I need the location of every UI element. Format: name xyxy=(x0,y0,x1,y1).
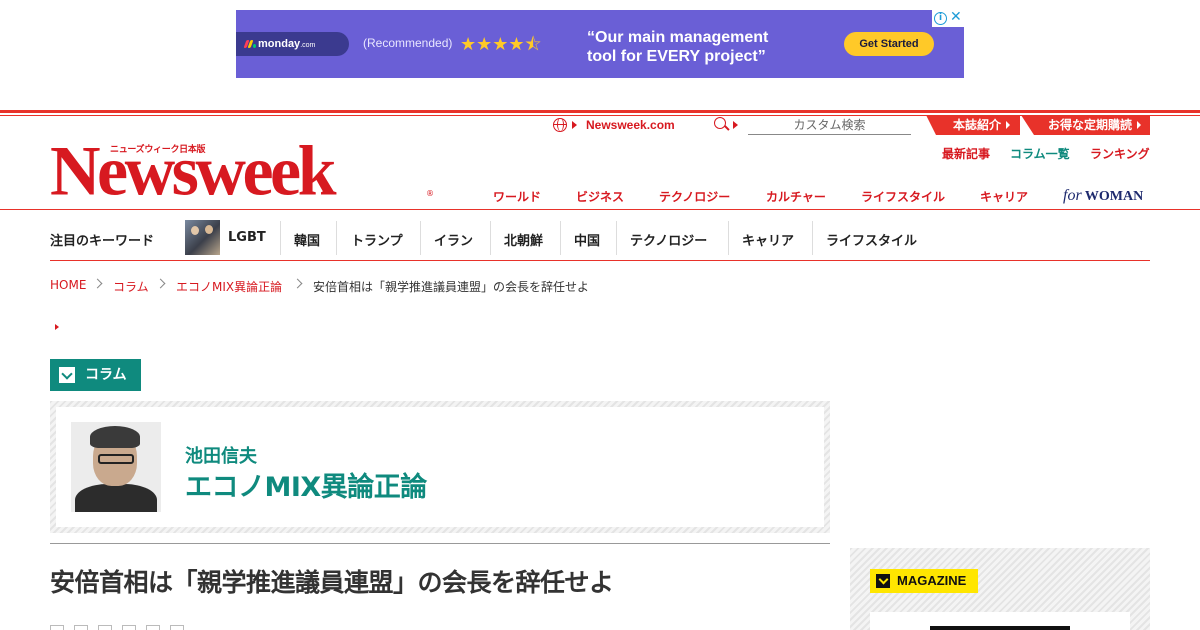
author-photo-body xyxy=(75,484,157,512)
nav-culture[interactable]: カルチャー xyxy=(766,188,826,205)
author-photo-hair xyxy=(90,426,140,448)
author-box: 池田信夫 エコノMIX異論正論 xyxy=(50,401,830,533)
keyword-technology[interactable]: テクノロジー xyxy=(630,230,707,249)
article-title: 安倍首相は「親学推進議員連盟」の会長を辞任せよ xyxy=(50,568,614,597)
share-icon xyxy=(50,625,64,630)
keyword-china[interactable]: 中国 xyxy=(574,230,600,249)
chevron-right-icon xyxy=(92,278,103,289)
keyword-separator xyxy=(812,221,813,255)
keyword-separator xyxy=(616,221,617,255)
keyword-north-korea[interactable]: 北朝鮮 xyxy=(504,230,543,249)
check-icon xyxy=(876,574,890,588)
ad-choices[interactable]: i ✕ xyxy=(932,10,964,27)
arrow-right-icon xyxy=(1137,121,1141,129)
share-icon xyxy=(122,625,136,630)
latest-articles-link[interactable]: 最新記事 xyxy=(942,145,990,162)
ad-headline: “Our main management tool for EVERY proj… xyxy=(587,28,768,66)
share-icon xyxy=(170,625,184,630)
keyword-separator xyxy=(420,221,421,255)
keyword-career[interactable]: キャリア xyxy=(742,230,794,249)
ad-rating-stars: ★★★★⯪ xyxy=(460,34,542,55)
ad-headline-line-1: “Our main management xyxy=(587,29,769,46)
keyword-lgbt[interactable]: LGBT xyxy=(228,230,266,245)
chevron-right-icon xyxy=(155,278,166,289)
ad-cta-button[interactable]: Get Started xyxy=(844,32,934,56)
ranking-link[interactable]: ランキング xyxy=(1090,145,1150,162)
article-top-rule xyxy=(50,543,830,544)
header-top-rule-thin xyxy=(0,115,1200,116)
newsweek-logo[interactable]: Newsweek xyxy=(50,131,337,213)
tab-about[interactable]: 本誌紹介 xyxy=(926,115,1020,135)
logo-registered-mark: ® xyxy=(426,189,434,198)
keyword-separator xyxy=(336,221,337,255)
share-icon xyxy=(74,625,88,630)
keyword-bar-title: 注目のキーワード xyxy=(50,234,155,249)
nav-for-woman[interactable]: for WOMAN xyxy=(1063,187,1143,205)
tab-subscribe-label: お得な定期購読 xyxy=(1048,118,1133,132)
keyword-trump[interactable]: トランプ xyxy=(351,230,403,249)
breadcrumb-column[interactable]: コラム xyxy=(113,278,149,295)
search-icon[interactable] xyxy=(714,117,726,129)
tab-subscribe[interactable]: お得な定期購読 xyxy=(1021,115,1150,135)
magazine-label-text: MAGAZINE xyxy=(897,573,967,588)
share-buttons[interactable] xyxy=(50,624,260,630)
tab-about-label: 本誌紹介 xyxy=(953,118,1002,132)
keyword-bar-rule xyxy=(50,260,1150,261)
header-top-rule xyxy=(0,110,1200,113)
globe-icon[interactable] xyxy=(553,118,567,132)
keyword-thumbnail[interactable] xyxy=(185,220,220,255)
arrow-right-icon xyxy=(55,324,59,330)
breadcrumb-home[interactable]: HOME xyxy=(50,278,86,292)
chevron-right-icon xyxy=(292,278,303,289)
keyword-korea[interactable]: 韓国 xyxy=(294,230,320,249)
keyword-separator xyxy=(490,221,491,255)
check-icon xyxy=(59,367,75,383)
keyword-separator xyxy=(280,221,281,255)
search-input[interactable] xyxy=(748,116,911,135)
keyword-iran[interactable]: イラン xyxy=(434,230,473,249)
for-woman-woman: WOMAN xyxy=(1084,189,1144,204)
nav-bottom-rule xyxy=(0,209,1200,210)
keyword-separator xyxy=(728,221,729,255)
nav-business[interactable]: ビジネス xyxy=(576,188,624,205)
share-icon xyxy=(98,625,112,630)
nav-lifestyle[interactable]: ライフスタイル xyxy=(861,188,945,205)
ad-brand-suffix: .com xyxy=(300,42,316,49)
ad-close-icon[interactable]: ✕ xyxy=(950,10,962,25)
column-section-label: コラム xyxy=(50,359,141,391)
nav-technology[interactable]: テクノロジー xyxy=(659,188,730,205)
magazine-card[interactable] xyxy=(870,612,1130,630)
column-list-link[interactable]: コラム一覧 xyxy=(1010,145,1070,162)
ad-banner[interactable]: monday.com (Recommended) ★★★★⯪ “Our main… xyxy=(236,10,964,78)
arrow-right-icon xyxy=(733,121,738,129)
breadcrumb-current: 安倍首相は「親学推進議員連盟」の会長を辞任せよ xyxy=(313,280,590,294)
ad-brand: monday.com xyxy=(236,32,349,56)
monday-logo-icon xyxy=(243,40,256,48)
share-icon xyxy=(146,625,160,630)
nav-career[interactable]: キャリア xyxy=(980,188,1028,205)
for-woman-for: for xyxy=(1063,187,1082,204)
arrow-right-icon xyxy=(1006,121,1010,129)
nav-world[interactable]: ワールド xyxy=(493,188,541,205)
author-photo[interactable] xyxy=(71,422,161,512)
ad-recommended: (Recommended) xyxy=(363,36,453,50)
magazine-label: MAGAZINE xyxy=(870,569,978,593)
ad-brand-text: monday xyxy=(258,38,301,50)
ad-info-icon[interactable]: i xyxy=(934,12,947,25)
keyword-lifestyle[interactable]: ライフスタイル xyxy=(826,230,917,249)
breadcrumb-econo-mix[interactable]: エコノMIX異論正論 xyxy=(176,278,282,295)
keyword-separator xyxy=(560,221,561,255)
arrow-right-icon xyxy=(572,121,577,129)
ad-headline-line-2: tool for EVERY project” xyxy=(587,48,766,65)
author-photo-glasses xyxy=(98,454,134,464)
author-box-inner: 池田信夫 エコノMIX異論正論 xyxy=(56,407,824,527)
newsweek-com-link[interactable]: Newsweek.com xyxy=(586,118,675,132)
column-section-text: コラム xyxy=(85,367,127,383)
column-name[interactable]: エコノMIX異論正論 xyxy=(185,465,427,504)
